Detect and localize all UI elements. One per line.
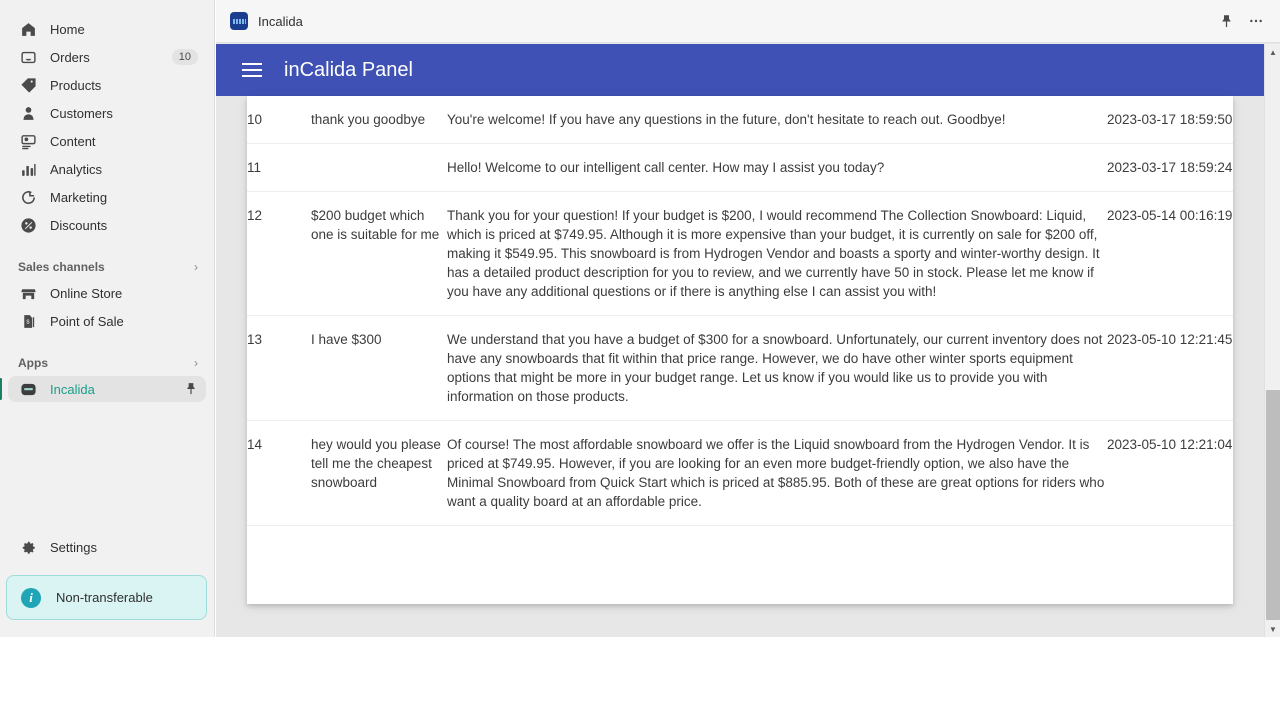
sidebar: Home Orders 10 Products Customers Conten… [0,0,215,637]
row-question: hey would you please tell me the cheapes… [311,420,447,526]
pin-icon[interactable] [184,382,198,396]
chevron-right-icon: › [194,260,198,274]
row-date: 2023-03-17 18:59:50 [1107,96,1233,144]
row-id: 12 [247,191,311,316]
scrollbar-thumb[interactable] [1266,390,1280,620]
banner-label: Non-transferable [56,590,153,605]
sidebar-item-point-of-sale[interactable]: $ Point of Sale [8,308,206,334]
row-question: I have $300 [311,315,447,421]
scroll-up-arrow-icon[interactable]: ▲ [1265,44,1280,60]
page-title: inCalida Panel [284,58,413,81]
marketing-target-icon [18,187,38,207]
app-tab-label: Incalida [258,13,303,29]
row-answer: You're welcome! If you have any question… [447,96,1107,144]
row-date: 2023-05-10 12:21:45 [1107,315,1233,421]
row-answer: Hello! Welcome to our intelligent call c… [447,143,1107,192]
orders-count-badge: 10 [171,49,198,65]
storefront-icon [18,283,38,303]
products-tag-icon [18,75,38,95]
sidebar-item-content[interactable]: Content [8,128,206,154]
sidebar-item-discounts[interactable]: Discounts [8,212,206,238]
sidebar-item-analytics[interactable]: Analytics [8,156,206,182]
chevron-right-icon: › [194,356,198,370]
hamburger-menu-icon[interactable] [242,63,262,77]
orders-icon [18,47,38,67]
pin-icon[interactable] [1219,14,1234,29]
row-date: 2023-05-14 00:16:19 [1107,191,1233,316]
sidebar-item-online-store[interactable]: Online Store [8,280,206,306]
sidebar-item-label: Settings [50,539,97,555]
content-image-icon [18,131,38,151]
non-transferable-banner: i Non-transferable [6,575,207,620]
more-options-icon[interactable] [1248,13,1264,29]
chat-table-body: 10 thank you goodbye You're welcome! If … [247,96,1233,526]
gear-icon [18,537,38,557]
incalida-logo-icon [230,12,248,30]
chat-table-card: 10 thank you goodbye You're welcome! If … [247,96,1233,604]
analytics-bars-icon [18,159,38,179]
row-question: thank you goodbye [311,96,447,144]
row-id: 11 [247,143,311,192]
sidebar-item-label: Incalida [50,381,95,397]
sidebar-item-marketing[interactable]: Marketing [8,184,206,210]
sidebar-item-label: Discounts [50,217,108,233]
sidebar-item-label: Orders [50,49,90,65]
row-answer: Thank you for your question! If your bud… [447,191,1107,316]
sidebar-item-label: Analytics [50,161,103,177]
app-frame: Incalida inCalida Panel 10 thank you goo… [216,0,1280,637]
vertical-scrollbar[interactable]: ▲ ▼ [1264,44,1280,637]
sidebar-item-home[interactable]: Home [8,16,206,42]
info-icon: i [21,587,41,608]
section-title: Apps [18,356,48,370]
sidebar-item-orders[interactable]: Orders 10 [8,44,206,70]
tabbar-actions [1219,13,1264,29]
sidebar-item-label: Content [50,133,96,149]
table-row[interactable]: 11 Hello! Welcome to our intelligent cal… [247,143,1233,192]
sidebar-item-label: Customers [50,105,113,121]
table-row[interactable]: 10 thank you goodbye You're welcome! If … [247,96,1233,144]
customers-person-icon [18,103,38,123]
scroll-down-arrow-icon[interactable]: ▼ [1265,621,1280,637]
row-answer: We understand that you have a budget of … [447,315,1107,421]
settings-row: Settings [0,534,215,562]
table-row[interactable]: 13 I have $300 We understand that you ha… [247,315,1233,421]
row-answer: Of course! The most affordable snowboard… [447,420,1107,526]
sidebar-item-label: Online Store [50,285,123,301]
sidebar-section-sales-channels[interactable]: Sales channels › [8,254,206,280]
row-id: 10 [247,96,311,144]
browser-window: Home Orders 10 Products Customers Conten… [0,0,1280,720]
sidebar-item-label: Home [50,21,85,37]
home-icon [18,19,38,39]
sidebar-item-products[interactable]: Products [8,72,206,98]
table-row[interactable]: 12 $200 budget which one is suitable for… [247,191,1233,316]
sidebar-item-label: Point of Sale [50,313,124,329]
sidebar-item-settings[interactable]: Settings [8,534,207,560]
row-id: 13 [247,315,311,421]
row-question [311,143,447,192]
sidebar-item-incalida[interactable]: Incalida [0,376,206,402]
sidebar-item-customers[interactable]: Customers [8,100,206,126]
sidebar-item-label: Marketing [50,189,108,205]
incalida-app-icon [18,379,38,399]
row-date: 2023-03-17 18:59:24 [1107,143,1233,192]
row-date: 2023-05-10 12:21:04 [1107,420,1233,526]
point-of-sale-icon: $ [18,311,38,331]
sidebar-item-label: Products [50,77,102,93]
discounts-percent-icon [18,215,38,235]
section-title: Sales channels [18,260,105,274]
chat-table: 10 thank you goodbye You're welcome! If … [247,96,1233,526]
sidebar-section-apps[interactable]: Apps › [8,350,206,376]
row-id: 14 [247,420,311,526]
row-question: $200 budget which one is suitable for me [311,191,447,316]
app-tabbar: Incalida [216,0,1280,43]
panel-header: inCalida Panel [216,44,1264,96]
table-row[interactable]: 14 hey would you please tell me the chea… [247,420,1233,526]
app-tab-incalida[interactable]: Incalida [230,12,303,30]
